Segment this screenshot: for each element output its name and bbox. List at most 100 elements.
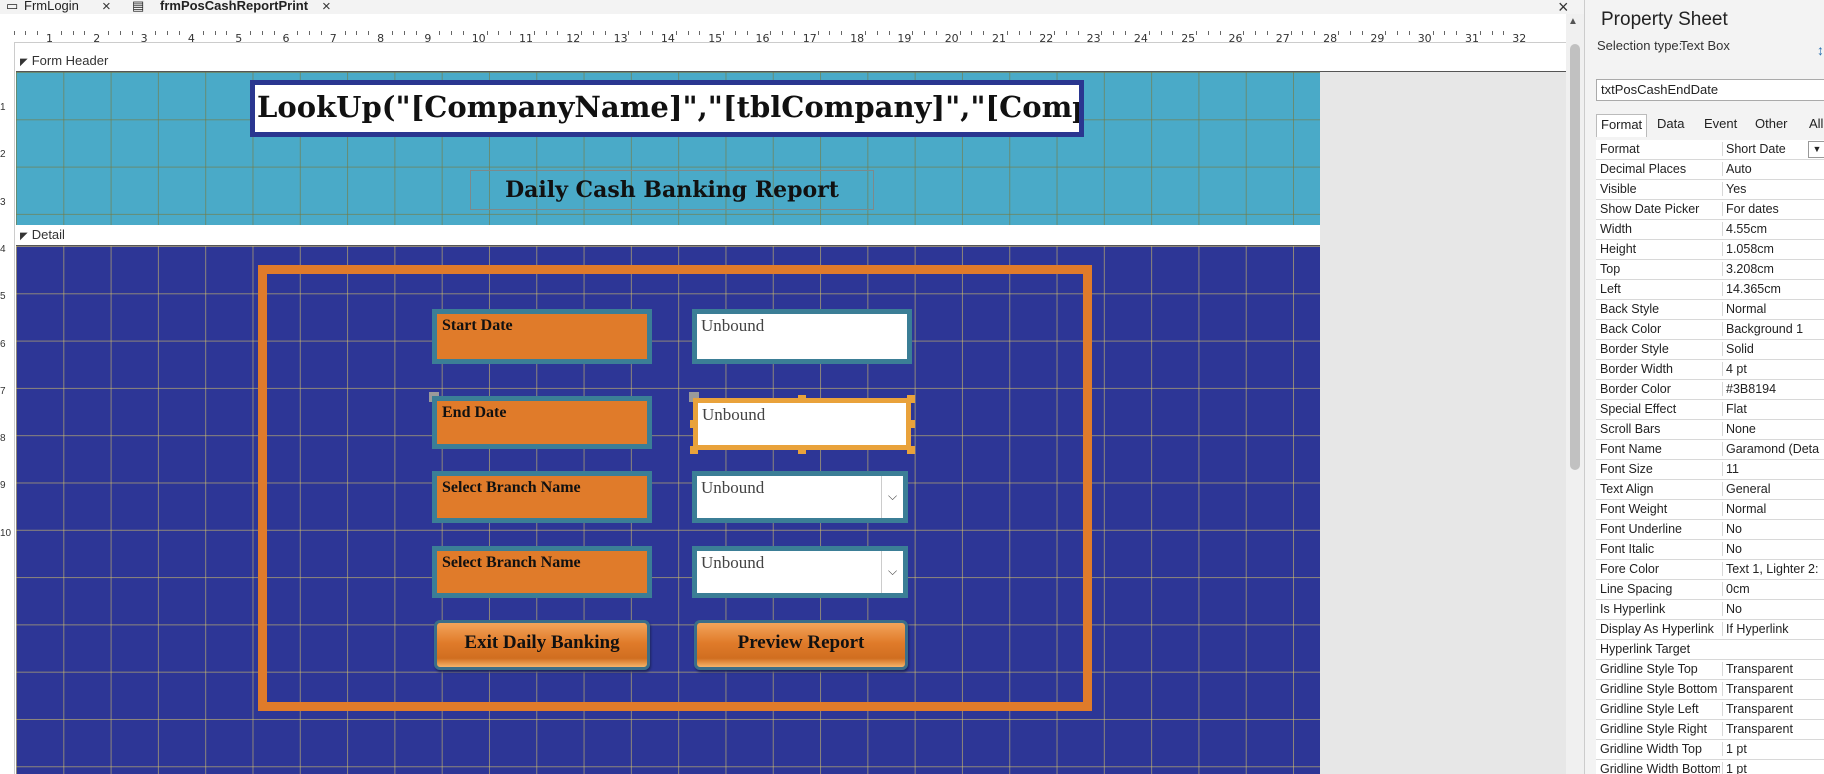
chevron-down-icon[interactable]: ⌵ [881,476,903,518]
property-value[interactable]: Background 1 [1722,322,1824,336]
property-value[interactable]: 1 pt [1722,742,1824,756]
property-row[interactable]: Gridline Width Top 1 pt [1596,740,1824,760]
preview-report-button[interactable]: Preview Report [694,620,908,670]
branch-name-combobox-2[interactable]: Unbound ⌵ [692,546,908,598]
sort-icon[interactable]: ↕ [1817,42,1824,58]
property-row[interactable]: Back Color Background 1 [1596,320,1824,340]
tab-frmposcashreportprint[interactable]: frmPosCashReportPrint [160,0,308,14]
property-row[interactable]: Left 14.365cm [1596,280,1824,300]
property-row[interactable]: Gridline Style Bottom Transparent [1596,680,1824,700]
property-value[interactable]: Transparent [1722,702,1824,716]
property-row[interactable]: Show Date Picker For dates [1596,200,1824,220]
property-value[interactable]: If Hyperlink [1722,622,1824,636]
property-row[interactable]: Font Underline No [1596,520,1824,540]
property-value[interactable]: No [1722,602,1824,616]
property-value[interactable]: 4.55cm [1722,222,1824,236]
property-row[interactable]: Fore Color Text 1, Lighter 2: [1596,560,1824,580]
property-value[interactable]: Transparent [1722,722,1824,736]
end-date-textbox[interactable]: Unbound [693,398,911,450]
resize-handle[interactable] [690,446,698,454]
resize-handle[interactable] [907,420,915,428]
select-branch-name-label-2[interactable]: Select Branch Name [432,546,652,598]
property-row[interactable]: Special Effect Flat [1596,400,1824,420]
property-row[interactable]: Width 4.55cm [1596,220,1824,240]
property-value[interactable]: None [1722,422,1824,436]
resize-handle[interactable] [907,395,915,403]
close-tab-frmlogin-icon[interactable]: × [102,0,111,14]
scroll-up-icon[interactable]: ▲ [1568,16,1578,27]
property-row[interactable]: Border Color #3B8194 [1596,380,1824,400]
property-value[interactable]: Text 1, Lighter 2: [1722,562,1824,576]
property-row[interactable]: Decimal Places Auto [1596,160,1824,180]
property-value[interactable]: 14.365cm [1722,282,1824,296]
property-value[interactable]: 1.058cm [1722,242,1824,256]
property-row[interactable]: Gridline Style Left Transparent [1596,700,1824,720]
property-row[interactable]: Gridline Style Top Transparent [1596,660,1824,680]
property-value[interactable]: Normal [1722,302,1824,316]
tab-event[interactable]: Event [1700,114,1741,136]
start-date-textbox[interactable]: Unbound [692,309,912,364]
property-row[interactable]: Hyperlink Target [1596,640,1824,660]
form-header-section-bar[interactable]: ◤ Form Header [16,51,1566,72]
property-row[interactable]: Font Name Garamond (Deta [1596,440,1824,460]
start-date-label[interactable]: Start Date [432,309,652,364]
property-row[interactable]: Back Style Normal [1596,300,1824,320]
property-row[interactable]: Display As Hyperlink If Hyperlink [1596,620,1824,640]
property-row[interactable]: Gridline Width Bottom 1 pt [1596,760,1824,774]
property-value[interactable]: Transparent [1722,662,1824,676]
close-tab-frmposcashreportprint-icon[interactable]: × [322,0,331,14]
property-row[interactable]: Top 3.208cm [1596,260,1824,280]
property-value[interactable]: 1 pt [1722,762,1824,774]
property-row[interactable]: Border Style Solid [1596,340,1824,360]
end-date-label[interactable]: End Date [432,396,652,449]
property-row[interactable]: Border Width 4 pt [1596,360,1824,380]
property-value[interactable]: Garamond (Deta [1722,442,1824,456]
property-row[interactable]: Height 1.058cm [1596,240,1824,260]
property-row[interactable]: Format Short Date ▼ [1596,140,1824,160]
resize-handle[interactable] [798,395,806,403]
tab-format[interactable]: Format [1596,114,1648,137]
property-value[interactable]: Flat [1722,402,1824,416]
chevron-down-icon[interactable]: ▼ [1808,141,1824,158]
exit-daily-banking-button[interactable]: Exit Daily Banking [434,620,650,670]
property-row[interactable]: Font Italic No [1596,540,1824,560]
property-value[interactable]: #3B8194 [1722,382,1824,396]
object-selector-dropdown[interactable]: txtPosCashEndDate [1596,79,1824,101]
property-row[interactable]: Gridline Style Right Transparent [1596,720,1824,740]
report-title-label[interactable]: Daily Cash Banking Report [470,170,874,210]
tab-frmlogin[interactable]: FrmLogin [24,0,79,14]
chevron-down-icon[interactable]: ⌵ [881,551,903,593]
property-row[interactable]: Font Weight Normal [1596,500,1824,520]
property-value[interactable]: No [1722,522,1824,536]
property-value[interactable]: 3.208cm [1722,262,1824,276]
ruler-tick-label: 2 [93,32,101,43]
property-row[interactable]: Is Hyperlink No [1596,600,1824,620]
resize-handle[interactable] [907,446,915,454]
property-value[interactable]: Yes [1722,182,1824,196]
resize-handle[interactable] [798,446,806,454]
property-value[interactable]: 0cm [1722,582,1824,596]
property-value[interactable]: Transparent [1722,682,1824,696]
property-value[interactable]: Solid [1722,342,1824,356]
property-row[interactable]: Font Size 11 [1596,460,1824,480]
property-value[interactable]: General [1722,482,1824,496]
property-row[interactable]: Line Spacing 0cm [1596,580,1824,600]
resize-handle[interactable] [690,420,698,428]
property-value[interactable]: 11 [1722,462,1824,476]
property-row[interactable]: Text Align General [1596,480,1824,500]
tab-all[interactable]: All [1805,114,1824,136]
tab-other[interactable]: Other [1751,114,1792,136]
branch-name-combobox[interactable]: Unbound ⌵ [692,471,908,523]
property-value[interactable]: For dates [1722,202,1824,216]
detail-frame-rectangle[interactable] [258,265,1092,711]
property-value[interactable]: No [1722,542,1824,556]
property-row[interactable]: Scroll Bars None [1596,420,1824,440]
property-value[interactable]: Normal [1722,502,1824,516]
tab-data[interactable]: Data [1653,114,1688,136]
property-value[interactable]: Auto [1722,162,1824,176]
select-branch-name-label[interactable]: Select Branch Name [432,471,652,523]
property-row[interactable]: Visible Yes [1596,180,1824,200]
company-name-textbox[interactable]: LookUp("[CompanyName]","[tblCompany]","[… [250,80,1084,137]
scrollbar-thumb[interactable] [1570,44,1580,470]
property-value[interactable]: 4 pt [1722,362,1824,376]
